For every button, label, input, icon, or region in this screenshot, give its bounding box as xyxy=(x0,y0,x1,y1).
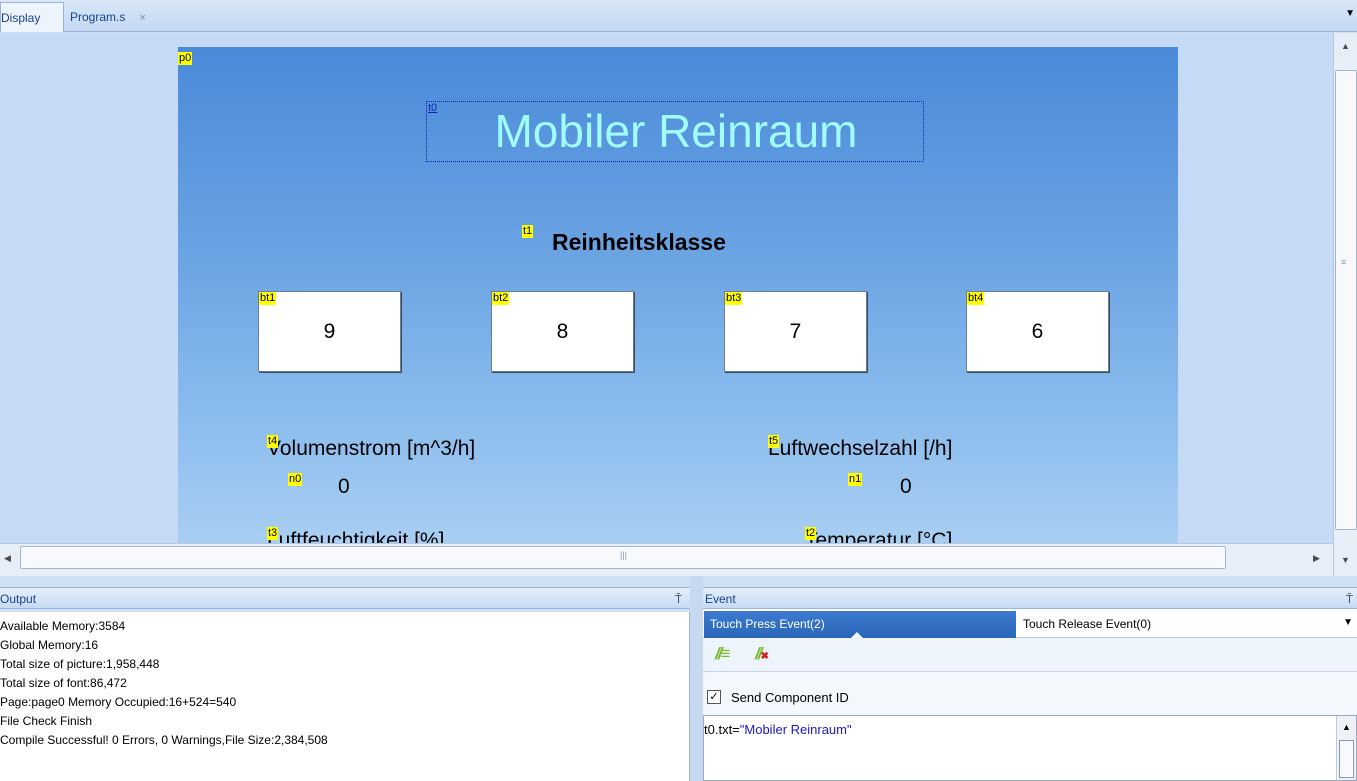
tab-display[interactable]: Display xyxy=(0,2,64,32)
page-marker: p0 xyxy=(178,52,193,65)
panel-splitter[interactable] xyxy=(690,576,703,781)
class-button-9[interactable]: bt1 9 xyxy=(258,291,401,372)
label-temperatur[interactable]: Temperatur [°C] xyxy=(805,529,952,543)
tab-close-icon[interactable]: × xyxy=(139,12,145,24)
label-luftwechselzahl-marker: t5 xyxy=(768,435,780,448)
tab-touch-press-label: Touch Press Event(2) xyxy=(710,617,825,631)
event-panel-title: Event xyxy=(705,592,736,606)
tab-display-label: Display xyxy=(1,11,41,25)
event-toolbar: //≡ //✖ xyxy=(703,638,1357,672)
send-component-id-checkbox[interactable]: ✓ xyxy=(707,690,721,704)
log-line: Available Memory:3584 xyxy=(0,619,126,633)
class-button-value: 7 xyxy=(789,320,802,343)
class-button-value: 8 xyxy=(556,320,569,343)
send-component-id-label: Send Component ID xyxy=(731,690,849,705)
pin-icon[interactable]: ⍑ xyxy=(675,588,682,610)
log-line: Compile Successful! 0 Errors, 0 Warnings… xyxy=(0,733,328,747)
event-panel: Touch Press Event(2) Touch Release Event… xyxy=(703,609,1357,781)
class-button-7[interactable]: bt3 7 xyxy=(724,291,867,372)
tab-touch-release-label: Touch Release Event(0) xyxy=(1023,617,1152,631)
subtitle-text[interactable]: Reinheitsklasse xyxy=(552,229,726,256)
vertical-scrollbar[interactable]: ▲ ≡ ▼ xyxy=(1333,33,1357,576)
class-button-6[interactable]: bt4 6 xyxy=(966,291,1109,372)
number-n1-marker: n1 xyxy=(848,473,863,486)
hmi-page-canvas[interactable]: p0 t0 Mobiler Reinraum t1 Reinheitsklass… xyxy=(178,47,1178,543)
label-luftfeuchtigkeit[interactable]: Luftfeuchtigkeit [%] xyxy=(267,529,444,543)
document-tabstrip: Display Program.s × ▼ xyxy=(0,0,1357,32)
label-temperatur-marker: t2 xyxy=(805,527,817,540)
log-line: Total size of picture:1,958,448 xyxy=(0,657,160,671)
code-scroll-thumb[interactable] xyxy=(1339,740,1354,778)
tab-list-dropdown-icon[interactable]: ▼ xyxy=(1345,8,1355,19)
subtitle-marker: t1 xyxy=(522,225,534,238)
output-panel-title: Output xyxy=(0,592,37,606)
log-line: Global Memory:16 xyxy=(0,638,99,652)
horizontal-scrollbar[interactable]: ◀ ||| ▶ xyxy=(0,543,1333,576)
code-assignment: t0.txt= xyxy=(704,722,740,737)
label-volumenstrom-marker: t4 xyxy=(267,435,279,448)
class-button-value: 6 xyxy=(1031,320,1044,343)
class-button-8[interactable]: bt2 8 xyxy=(491,291,634,372)
vertical-scroll-thumb[interactable] xyxy=(1335,70,1357,530)
scroll-down-icon[interactable]: ▼ xyxy=(1341,555,1350,565)
uncomment-lines-icon[interactable]: //✖ xyxy=(755,644,769,664)
number-n0-marker: n0 xyxy=(288,473,303,486)
output-panel-header: Output ⍑ xyxy=(0,587,690,609)
comment-lines-icon[interactable]: //≡ xyxy=(715,644,730,664)
scroll-left-icon[interactable]: ◀ xyxy=(4,553,11,564)
output-log[interactable]: Available Memory:3584 Global Memory:16 T… xyxy=(0,612,690,781)
event-code-editor[interactable]: t0.txt="Mobiler Reinraum" ▲ xyxy=(703,715,1357,781)
label-luftfeuchtigkeit-marker: t3 xyxy=(267,527,279,540)
code-string-literal: "Mobiler Reinraum" xyxy=(739,722,852,737)
event-panel-header: Event ⍑ xyxy=(703,587,1357,609)
tab-touch-release-event[interactable]: Touch Release Event(0) xyxy=(1023,611,1323,638)
scroll-grip-icon: ≡ xyxy=(1341,257,1347,267)
event-tabs: Touch Press Event(2) Touch Release Event… xyxy=(703,609,1357,639)
number-volumenstrom[interactable]: 0 xyxy=(338,475,350,499)
event-tab-dropdown-icon[interactable]: ▼ xyxy=(1343,617,1353,628)
tab-program-label: Program.s xyxy=(70,10,126,24)
scroll-up-icon[interactable]: ▲ xyxy=(1342,722,1351,732)
number-luftwechselzahl[interactable]: 0 xyxy=(900,475,912,499)
log-line: Total size of font:86,472 xyxy=(0,676,127,690)
code-line: t0.txt="Mobiler Reinraum" xyxy=(704,722,852,737)
pin-icon[interactable]: ⍑ xyxy=(1346,588,1353,610)
log-line: Page:page0 Memory Occupied:16+524=540 xyxy=(0,695,237,709)
code-vertical-scrollbar[interactable]: ▲ xyxy=(1336,716,1356,780)
scroll-right-icon[interactable]: ▶ xyxy=(1313,553,1320,564)
class-button-value: 9 xyxy=(323,320,336,343)
title-component[interactable]: t0 Mobiler Reinraum xyxy=(426,101,924,162)
scroll-grip-icon: ||| xyxy=(620,550,628,560)
scroll-up-icon[interactable]: ▲ xyxy=(1341,41,1350,51)
editor-window: Display Program.s × ▼ p0 t0 Mobiler Reinr… xyxy=(0,0,1357,781)
design-area: p0 t0 Mobiler Reinraum t1 Reinheitsklass… xyxy=(0,33,1333,543)
label-volumenstrom[interactable]: Volumenstrom [m^3/h] xyxy=(267,437,475,461)
tab-touch-press-event[interactable]: Touch Press Event(2) xyxy=(704,611,1016,639)
title-text: Mobiler Reinraum xyxy=(494,105,858,157)
log-line: File Check Finish xyxy=(0,714,93,728)
label-luftwechselzahl[interactable]: Luftwechselzahl [/h] xyxy=(768,437,952,461)
tab-program[interactable]: Program.s × xyxy=(66,2,176,32)
